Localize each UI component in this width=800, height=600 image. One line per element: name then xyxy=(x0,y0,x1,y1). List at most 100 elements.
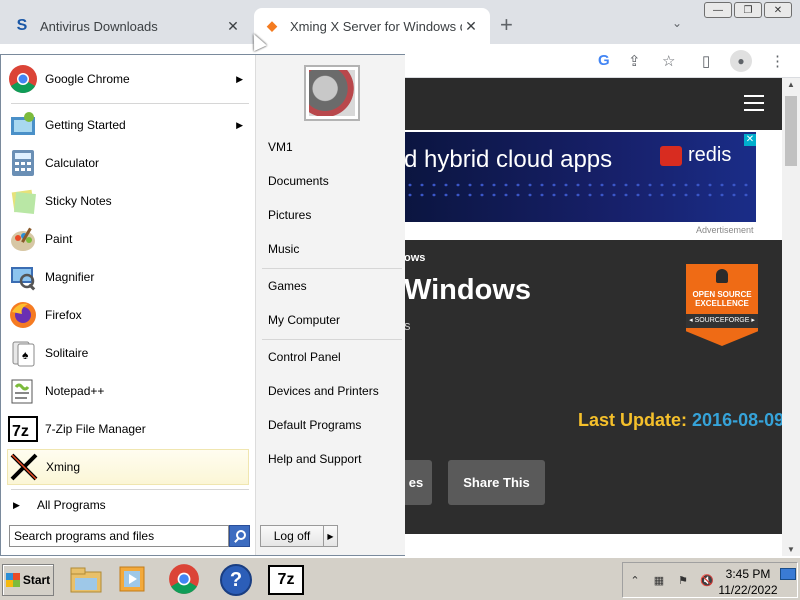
program-7zip[interactable]: 7z 7-Zip File Manager xyxy=(7,411,249,447)
side-panel-icon[interactable]: ▯ xyxy=(702,52,710,70)
hamburger-menu-icon[interactable] xyxy=(744,95,764,111)
place-devices-and-printers[interactable]: Devices and Printers xyxy=(268,381,379,401)
page-scrollbar[interactable]: ▲ ▼ xyxy=(782,78,800,556)
all-programs-button[interactable]: ▶ All Programs xyxy=(7,495,249,515)
place-control-panel[interactable]: Control Panel xyxy=(268,347,341,367)
taskbar-7zip[interactable]: 7z xyxy=(266,562,306,598)
program-label: Sticky Notes xyxy=(45,194,112,208)
action-center-flag-icon[interactable]: ⚑ xyxy=(671,574,695,587)
search-icon[interactable] xyxy=(229,525,250,547)
window-controls: — ❐ ✕ xyxy=(704,2,792,18)
start-search-input[interactable]: Search programs and files xyxy=(9,525,229,547)
chrome-icon xyxy=(168,563,200,598)
google-lens-icon[interactable]: G xyxy=(598,52,610,69)
log-off-button[interactable]: Log off ▶ xyxy=(260,525,338,547)
program-label: 7-Zip File Manager xyxy=(45,422,146,436)
start-button[interactable]: Start xyxy=(2,564,54,596)
program-sticky-notes[interactable]: Sticky Notes xyxy=(7,183,249,219)
program-label: Google Chrome xyxy=(45,72,130,86)
browser-menu-icon[interactable]: ⋮ xyxy=(770,52,785,70)
close-tab-icon[interactable]: ✕ xyxy=(224,18,242,35)
show-hidden-icons-chevron-icon[interactable]: ⌃ xyxy=(623,574,647,587)
last-update-label: Last Update: xyxy=(578,410,688,430)
scroll-up-arrow-icon[interactable]: ▲ xyxy=(787,80,795,89)
program-notepadpp[interactable]: Notepad++ xyxy=(7,373,249,409)
new-tab-button[interactable]: + xyxy=(500,14,513,36)
network-icon[interactable]: ▦ xyxy=(647,574,671,587)
place-my-computer[interactable]: My Computer xyxy=(268,310,340,330)
program-label: Firefox xyxy=(45,308,82,322)
taskbar-chrome[interactable] xyxy=(164,562,204,598)
last-update-value: 2016-08-09 xyxy=(692,410,785,430)
separator xyxy=(11,489,249,490)
badge-title: OPEN SOURCE EXCELLENCE xyxy=(692,290,752,308)
program-calculator[interactable]: Calculator xyxy=(7,145,249,181)
maximize-button[interactable]: ❐ xyxy=(734,2,762,18)
sticky-notes-icon xyxy=(7,185,39,217)
program-label: Xming xyxy=(46,460,81,474)
tab-title: Xming X Server for Windows dov xyxy=(290,18,462,34)
ad-brand: redis xyxy=(660,144,731,167)
taskbar-help[interactable]: ? xyxy=(216,562,256,598)
place-pictures[interactable]: Pictures xyxy=(268,205,311,225)
system-clock[interactable]: 3:45 PM 11/22/2022 xyxy=(716,566,780,598)
7zip-icon: 7z xyxy=(7,413,39,445)
program-solitaire[interactable]: ♠ Solitaire xyxy=(7,335,249,371)
ad-label: Advertisement xyxy=(696,225,754,235)
taskbar-explorer[interactable] xyxy=(66,562,106,598)
windows-logo-icon xyxy=(5,573,20,587)
scroll-down-arrow-icon[interactable]: ▼ xyxy=(787,545,795,554)
show-desktop-icon[interactable] xyxy=(780,568,796,580)
tab-xming[interactable]: ◆ Xming X Server for Windows dov ✕ xyxy=(254,8,490,44)
chrome-icon xyxy=(7,63,39,95)
ad-close-icon[interactable]: ✕ xyxy=(744,134,756,146)
profile-avatar-icon[interactable]: ● xyxy=(730,50,752,72)
last-update: Last Update: 2016-08-09 xyxy=(578,410,784,431)
place-documents[interactable]: Documents xyxy=(268,171,329,191)
start-menu-programs: Google Chrome ▶ Getting Started ▶ Calcul… xyxy=(1,55,255,547)
start-menu-places: VM1 Documents Pictures Music Games My Co… xyxy=(255,55,405,555)
place-games[interactable]: Games xyxy=(268,276,307,296)
program-getting-started[interactable]: Getting Started ▶ xyxy=(7,107,249,143)
clock-time: 3:45 PM xyxy=(725,567,771,581)
program-label: Calculator xyxy=(45,156,100,170)
explorer-icon xyxy=(69,564,103,597)
media-player-icon xyxy=(117,564,147,597)
taskbar-media-player[interactable] xyxy=(112,562,152,598)
place-music[interactable]: Music xyxy=(268,239,299,259)
help-icon: ? xyxy=(220,564,252,596)
flame-icon xyxy=(716,269,728,283)
xming-icon xyxy=(8,451,40,483)
place-help-and-support[interactable]: Help and Support xyxy=(268,449,361,469)
program-xming[interactable]: Xming xyxy=(7,449,249,485)
share-this-button[interactable]: Share This xyxy=(448,460,545,505)
advertisement-banner[interactable]: d hybrid cloud apps redis xyxy=(404,132,756,222)
share-icon[interactable]: ⇪ xyxy=(628,52,641,70)
program-google-chrome[interactable]: Google Chrome ▶ xyxy=(7,61,249,97)
minimize-button[interactable]: — xyxy=(704,2,732,18)
svg-text:♠: ♠ xyxy=(22,348,29,362)
scrollbar-thumb[interactable] xyxy=(785,96,797,166)
program-magnifier[interactable]: Magnifier xyxy=(7,259,249,295)
paint-icon xyxy=(7,223,39,255)
separator xyxy=(262,339,402,340)
tab-antivirus-downloads[interactable]: S Antivirus Downloads ✕ xyxy=(4,8,252,44)
breadcrumb[interactable]: ows xyxy=(404,252,425,264)
taskbar: Start ? 7z ⌃ ▦ ⚑ 🔇 3:45 PM 11/22/2022 xyxy=(0,556,800,600)
place-vm1[interactable]: VM1 xyxy=(268,137,293,157)
bookmark-star-icon[interactable]: ☆ xyxy=(662,52,675,70)
user-picture-avatar[interactable] xyxy=(304,65,360,121)
project-title: Windows xyxy=(404,274,532,306)
close-window-button[interactable]: ✕ xyxy=(764,2,792,18)
program-firefox[interactable]: Firefox xyxy=(7,297,249,333)
clock-date: 11/22/2022 xyxy=(718,583,778,597)
shutdown-options-arrow-icon[interactable]: ▶ xyxy=(323,526,337,546)
program-paint[interactable]: Paint xyxy=(7,221,249,257)
softpedia-favicon-icon: S xyxy=(16,17,28,34)
calculator-icon xyxy=(7,147,39,179)
tab-search-chevron-icon[interactable]: ⌄ xyxy=(672,16,682,30)
close-tab-icon[interactable]: ✕ xyxy=(462,18,480,35)
program-label: Notepad++ xyxy=(45,384,105,398)
place-default-programs[interactable]: Default Programs xyxy=(268,415,361,435)
start-label: Start xyxy=(22,573,51,587)
